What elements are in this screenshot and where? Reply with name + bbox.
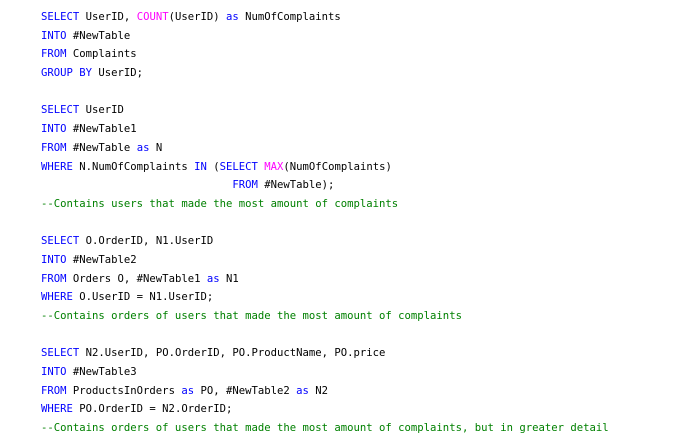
code-line: GROUP BY UserID; — [41, 64, 609, 83]
sql-text: (NumOfComplaints) — [283, 160, 392, 173]
sql-keyword: WHERE — [41, 291, 73, 304]
code-line: INTO #NewTable2 — [41, 251, 609, 270]
sql-keyword: INTO — [41, 123, 67, 136]
sql-comment: --Contains orders of users that made the… — [41, 310, 462, 322]
sql-text: #NewTable — [66, 141, 137, 154]
sql-text: Orders O, #NewTable1 — [66, 272, 207, 285]
code-line: SELECT UserID, COUNT(UserID) as NumOfCom… — [41, 8, 609, 27]
code-line: FROM Complaints — [41, 45, 609, 64]
code-line: FROM #NewTable as N — [41, 139, 609, 158]
sql-keyword: as — [296, 384, 309, 397]
sql-keyword: INTO — [41, 253, 67, 266]
sql-keyword: INTO — [41, 366, 67, 379]
sql-text: N2.UserID, PO.OrderID, PO.ProductName, P… — [79, 347, 386, 360]
sql-text: #NewTable); — [257, 179, 335, 192]
sql-keyword: FROM — [41, 384, 67, 397]
sql-keyword: SELECT — [41, 11, 80, 23]
sql-keyword: SELECT — [41, 235, 80, 248]
sql-text: Complaints — [66, 48, 137, 61]
sql-function: MAX — [264, 160, 284, 173]
code-line: WHERE N.NumOfComplaints IN (SELECT MAX(N… — [41, 158, 609, 177]
sql-text: UserID — [79, 104, 124, 117]
sql-text: UserID; — [92, 67, 144, 80]
code-line: INTO #NewTable3 — [41, 363, 609, 382]
sql-keyword: as — [136, 141, 150, 154]
code-line: FROM ProductsInOrders as PO, #NewTable2 … — [41, 382, 609, 401]
code-line: SELECT O.OrderID, N1.UserID — [41, 232, 609, 251]
sql-keyword: IN — [194, 160, 207, 173]
sql-text: N.NumOfComplaints — [72, 160, 195, 173]
sql-text: NumOfComplaints — [238, 11, 341, 23]
code-line: --Contains orders of users that made the… — [41, 419, 609, 438]
sql-keyword: as — [206, 272, 220, 285]
sql-text: PO, #NewTable2 — [194, 384, 297, 397]
sql-keyword: SELECT — [41, 347, 80, 360]
sql-text: ( — [206, 160, 220, 173]
code-line: SELECT N2.UserID, PO.OrderID, PO.Product… — [41, 344, 609, 363]
code-line: FROM #NewTable); — [41, 176, 609, 195]
code-line: --Contains users that made the most amou… — [41, 195, 609, 214]
sql-keyword: SELECT — [41, 104, 80, 117]
sql-keyword: FROM — [232, 179, 258, 192]
sql-keyword: as — [225, 11, 239, 23]
sql-comment: --Contains orders of users that made the… — [41, 422, 609, 435]
sql-text: #NewTable2 — [66, 253, 137, 266]
code-line: WHERE PO.OrderID = N2.OrderID; — [41, 400, 609, 419]
sql-keyword: WHERE — [41, 403, 73, 416]
sql-keyword: FROM — [41, 141, 67, 154]
sql-keyword: GROUP BY — [41, 67, 93, 80]
sql-text: N2 — [308, 384, 329, 397]
sql-keyword: SELECT — [219, 160, 258, 173]
sql-text: O.UserID = N1.UserID; — [72, 291, 214, 304]
sql-text: PO.OrderID = N2.OrderID; — [72, 403, 233, 416]
sql-keyword: WHERE — [41, 160, 73, 173]
sql-text: N — [149, 141, 163, 154]
sql-keyword: FROM — [41, 272, 67, 285]
sql-function: COUNT — [136, 11, 169, 23]
sql-text: UserID, — [79, 11, 137, 23]
code-line: SELECT UserID — [41, 101, 609, 120]
sql-code-block: SELECT UserID, COUNT(UserID) as NumOfCom… — [41, 8, 609, 438]
sql-keyword: INTO — [41, 29, 67, 42]
code-line: --Contains orders of users that made the… — [41, 307, 609, 326]
sql-keyword: FROM — [41, 48, 67, 61]
sql-text: O.OrderID, N1.UserID — [79, 235, 214, 248]
code-line: INTO #NewTable1 — [41, 120, 609, 139]
sql-text: #NewTable1 — [66, 123, 137, 136]
code-line: INTO #NewTable — [41, 27, 609, 46]
sql-text: ProductsInOrders — [66, 384, 182, 397]
sql-text: N1 — [219, 272, 239, 285]
code-line: FROM Orders O, #NewTable1 as N1 — [41, 270, 609, 289]
sql-keyword: as — [181, 384, 195, 397]
sql-text: (UserID) — [168, 11, 226, 23]
code-line: WHERE O.UserID = N1.UserID; — [41, 288, 609, 307]
sql-comment: --Contains users that made the most amou… — [41, 197, 399, 210]
sql-text: #NewTable — [66, 29, 131, 42]
sql-text: #NewTable3 — [66, 366, 137, 379]
